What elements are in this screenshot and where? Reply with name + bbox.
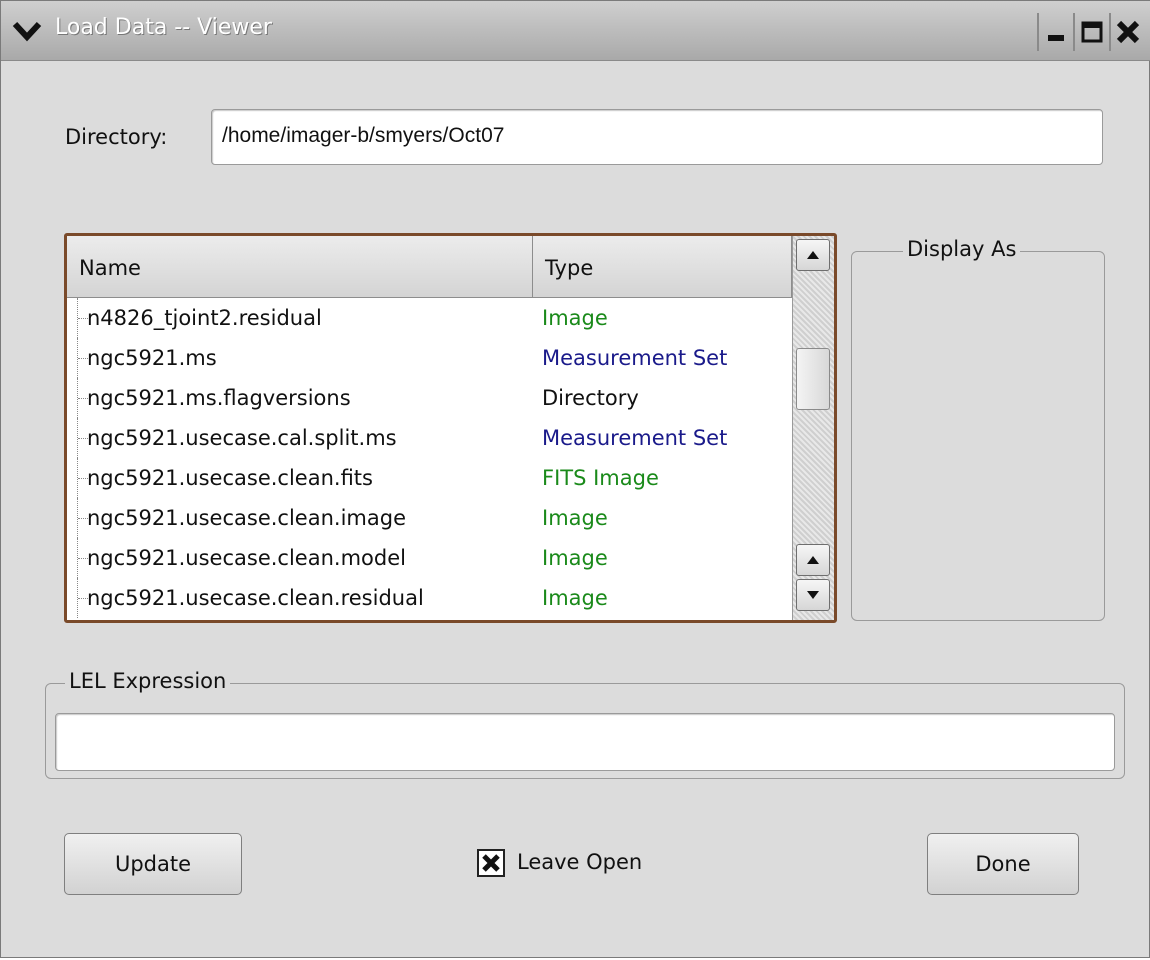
- directory-label: Directory:: [65, 125, 168, 149]
- scroll-up-button[interactable]: [796, 239, 830, 271]
- update-button[interactable]: Update: [64, 833, 242, 895]
- table-row[interactable]: ngc5921.ms Measurement Set: [67, 338, 792, 378]
- triangle-down-icon: [807, 591, 819, 599]
- checkmark-x-icon: [482, 854, 500, 872]
- triangle-up-icon: [807, 251, 819, 259]
- table-row[interactable]: ngc5921.usecase.clean.residual Image: [67, 578, 792, 618]
- title-bar[interactable]: Load Data -- Viewer: [1, 1, 1150, 61]
- file-name: ngc5921.usecase.clean.residual: [87, 586, 424, 610]
- directory-value: /home/imager-b/smyers/Oct07: [222, 124, 505, 147]
- window-title: Load Data -- Viewer: [55, 15, 272, 40]
- lel-expression-input[interactable]: [55, 713, 1115, 771]
- file-type: Image: [542, 506, 608, 530]
- load-data-window: Load Data -- Viewer Directory: /home/ima…: [0, 0, 1150, 958]
- vertical-scrollbar[interactable]: [792, 236, 834, 620]
- triangle-up-icon: [807, 556, 819, 564]
- chevron-down-icon: [12, 21, 42, 42]
- maximize-icon: [1081, 21, 1103, 43]
- file-name: ngc5921.ms: [87, 346, 217, 370]
- scroll-down-button[interactable]: [796, 579, 830, 611]
- file-type: Measurement Set: [542, 426, 728, 450]
- table-row[interactable]: ngc5921.usecase.clean.fits FITS Image: [67, 458, 792, 498]
- scrollbar-thumb[interactable]: [796, 348, 830, 410]
- scroll-step-up-button[interactable]: [796, 544, 830, 576]
- directory-input[interactable]: /home/imager-b/smyers/Oct07: [211, 109, 1103, 165]
- file-list[interactable]: Name Type n4826_tjoint2.residual Image n…: [64, 233, 837, 623]
- file-name: ngc5921.usecase.cal.split.ms: [87, 426, 397, 450]
- maximize-button[interactable]: [1073, 13, 1109, 51]
- minimize-icon: [1048, 35, 1064, 41]
- column-header-type[interactable]: Type: [533, 236, 792, 298]
- file-name: ngc5921.usecase.clean.model: [87, 546, 406, 570]
- close-icon: [1116, 20, 1140, 44]
- leave-open-checkbox[interactable]: [477, 849, 505, 877]
- file-name: n4826_tjoint2.residual: [87, 306, 322, 330]
- done-button[interactable]: Done: [927, 833, 1079, 895]
- display-as-title: Display As: [903, 237, 1021, 261]
- file-type: Image: [542, 586, 608, 610]
- column-header-name[interactable]: Name: [67, 236, 533, 298]
- file-type: Image: [542, 546, 608, 570]
- display-as-group: [851, 251, 1105, 621]
- table-row[interactable]: ngc5921.usecase.cal.split.ms Measurement…: [67, 418, 792, 458]
- file-name: ngc5921.ms.flagversions: [87, 386, 351, 410]
- file-name: ngc5921.usecase.clean.fits: [87, 466, 373, 490]
- table-row[interactable]: n4826_tjoint2.residual Image: [67, 298, 792, 338]
- file-type: Measurement Set: [542, 346, 728, 370]
- close-button[interactable]: [1109, 13, 1145, 51]
- window-menu-button[interactable]: [7, 13, 47, 49]
- file-type: Directory: [542, 386, 639, 410]
- minimize-button[interactable]: [1037, 13, 1073, 51]
- file-type: Image: [542, 306, 608, 330]
- table-row[interactable]: ngc5921.usecase.clean.image Image: [67, 498, 792, 538]
- file-type: FITS Image: [542, 466, 659, 490]
- file-name: ngc5921.usecase.clean.image: [87, 506, 406, 530]
- lel-expression-title: LEL Expression: [65, 669, 231, 693]
- table-row[interactable]: ngc5921.ms.flagversions Directory: [67, 378, 792, 418]
- leave-open-label[interactable]: Leave Open: [517, 850, 642, 874]
- table-row[interactable]: ngc5921.usecase.clean.model Image: [67, 538, 792, 578]
